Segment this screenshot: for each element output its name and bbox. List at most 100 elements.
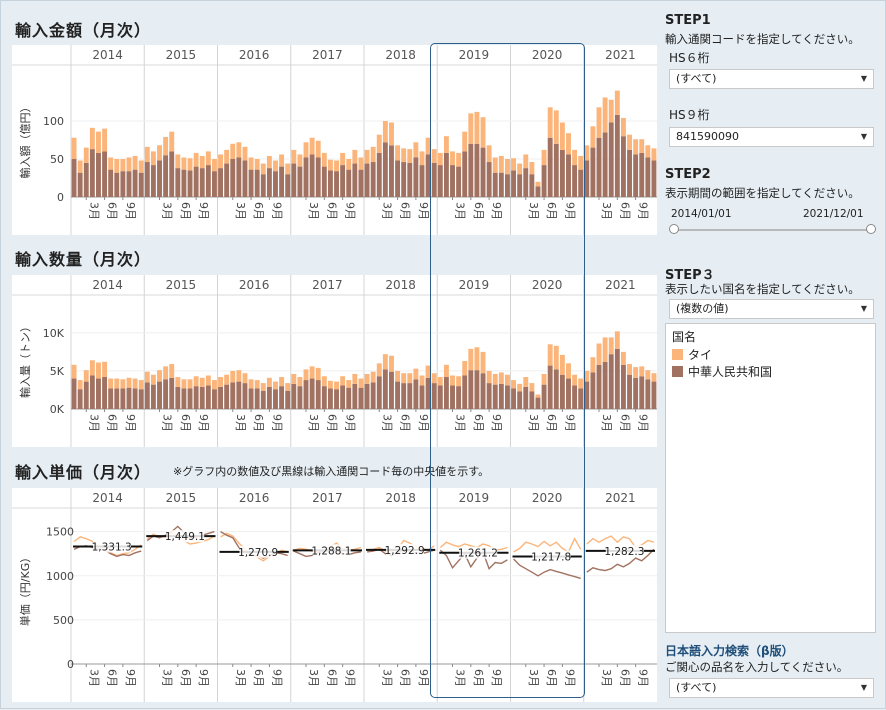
- bar-thai: [327, 159, 333, 171]
- bar-china: [413, 379, 419, 409]
- y-tick-label: 0: [67, 658, 74, 671]
- bar-thai: [175, 154, 181, 169]
- slider-start-handle[interactable]: [669, 224, 679, 234]
- legend-title: 国名: [672, 330, 697, 344]
- bar-thai: [608, 337, 614, 355]
- bar-china: [163, 379, 169, 409]
- bar-thai: [266, 155, 272, 169]
- bar-thai: [230, 143, 236, 159]
- month-label: 6月: [399, 669, 412, 687]
- bar-thai: [108, 378, 114, 389]
- bar-thai: [211, 159, 217, 172]
- median-label: 1,292.9: [385, 545, 425, 557]
- bar-china: [193, 386, 199, 409]
- bar-thai: [205, 151, 211, 166]
- slider-end-handle[interactable]: [866, 224, 876, 234]
- bar-thai: [114, 378, 120, 389]
- bar-thai: [382, 354, 388, 370]
- month-label: 6月: [399, 202, 412, 220]
- bar-china: [236, 157, 242, 197]
- bar-china: [315, 380, 321, 409]
- dashboard: 輸入金額（月次） 2014 3月 6月 9月 2015 3月 6月 9月 2016 3月 6月 9月 2…: [0, 0, 886, 709]
- bar-china: [175, 386, 181, 409]
- bar-china: [279, 386, 285, 409]
- month-label: 3月: [161, 669, 174, 687]
- bar-china: [303, 157, 309, 197]
- bar-thai: [364, 373, 370, 384]
- bar-china: [358, 387, 364, 409]
- month-label: 3月: [380, 202, 393, 220]
- bar-china: [71, 159, 77, 197]
- month-label: 3月: [380, 414, 393, 432]
- country-dropdown[interactable]: (複数の値) ▼: [669, 299, 874, 319]
- bar-thai: [266, 377, 272, 387]
- bar-china: [419, 385, 425, 409]
- year-label: 2016: [239, 491, 270, 505]
- search-dropdown[interactable]: (すべて) ▼: [669, 678, 874, 698]
- bar-china: [321, 386, 327, 409]
- bar-thai: [340, 376, 346, 386]
- hs9-dropdown[interactable]: 841590090 ▼: [669, 127, 874, 147]
- bar-thai: [389, 122, 394, 146]
- month-label: 9月: [124, 414, 137, 432]
- y-tick-label: 5K: [50, 365, 65, 378]
- bar-thai: [315, 367, 321, 381]
- bar-thai: [590, 357, 596, 373]
- month-label: 3月: [87, 202, 100, 220]
- bar-china: [193, 166, 199, 197]
- bar-china: [346, 387, 352, 409]
- bar-thai: [254, 159, 260, 170]
- bar-thai: [645, 370, 651, 380]
- year-label: 2021: [605, 48, 636, 62]
- bar-china: [266, 168, 272, 197]
- country-legend: 国名 タイ 中華人民共和国: [665, 323, 876, 633]
- bar-thai: [273, 160, 278, 172]
- bar-thai: [199, 377, 205, 387]
- search-value: (すべて): [676, 681, 717, 694]
- bar-thai: [96, 362, 101, 379]
- bar-china: [419, 165, 425, 197]
- hs6-dropdown[interactable]: (すべて) ▼: [669, 69, 874, 89]
- legend-item-thai[interactable]: タイ: [672, 346, 712, 363]
- year-label: 2021: [605, 491, 636, 505]
- month-label: 6月: [106, 669, 119, 687]
- bar-thai: [205, 375, 211, 386]
- chevron-down-icon[interactable]: ▼: [855, 300, 873, 318]
- bar-china: [382, 142, 388, 197]
- bar-thai: [315, 140, 321, 158]
- year-label: 2014: [92, 278, 123, 292]
- month-label: 3月: [234, 414, 247, 432]
- month-label: 3月: [307, 669, 320, 687]
- chevron-down-icon[interactable]: ▼: [855, 679, 873, 697]
- legend-item-china[interactable]: 中華人民共和国: [672, 363, 772, 380]
- bar-thai: [157, 145, 162, 161]
- bar-thai: [157, 370, 162, 382]
- bar-china: [639, 376, 645, 409]
- bar-thai: [596, 343, 602, 365]
- month-label: 3月: [307, 414, 320, 432]
- bar-china: [389, 371, 394, 409]
- bar-thai: [211, 380, 217, 390]
- bar-thai: [620, 351, 626, 365]
- bar-china: [614, 114, 620, 197]
- bar-thai: [181, 379, 187, 389]
- bar-thai: [224, 374, 230, 385]
- year-label: 2018: [385, 48, 416, 62]
- bar-china: [187, 388, 193, 409]
- bar-china: [224, 163, 230, 197]
- bar-thai: [376, 134, 382, 153]
- month-label: 3月: [161, 202, 174, 220]
- bar-china: [309, 154, 315, 197]
- bar-thai: [132, 378, 138, 389]
- chevron-down-icon[interactable]: ▼: [855, 128, 873, 146]
- bar-china: [395, 381, 401, 409]
- date-range-slider[interactable]: [673, 229, 873, 231]
- bar-thai: [181, 157, 187, 170]
- hs6-label: HS６桁: [669, 51, 710, 65]
- bar-china: [150, 384, 156, 409]
- bar-thai: [126, 377, 132, 388]
- chevron-down-icon[interactable]: ▼: [855, 70, 873, 88]
- month-label: 6月: [179, 669, 192, 687]
- bar-china: [382, 369, 388, 409]
- amount-panel-title: 輸入金額（月次）: [15, 21, 152, 40]
